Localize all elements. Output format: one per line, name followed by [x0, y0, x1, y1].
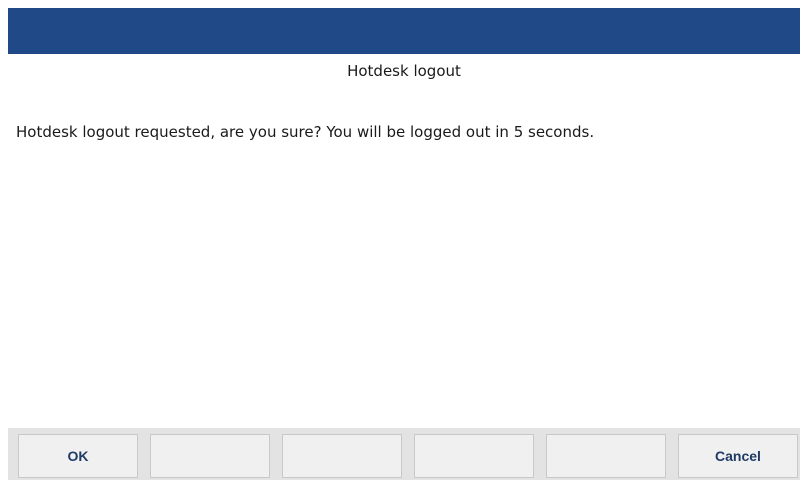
softkey-4[interactable]: [414, 434, 534, 478]
cancel-softkey[interactable]: Cancel: [678, 434, 798, 478]
softkey-3[interactable]: [282, 434, 402, 478]
dialog-message: Hotdesk logout requested, are you sure? …: [16, 123, 595, 141]
header-bar: [8, 8, 800, 54]
dialog-title: Hotdesk logout: [347, 62, 461, 80]
ok-softkey[interactable]: OK: [18, 434, 138, 478]
phone-screen: Hotdesk logout Hotdesk logout requested,…: [0, 0, 800, 480]
softkey-2[interactable]: [150, 434, 270, 478]
softkey-5[interactable]: [546, 434, 666, 478]
